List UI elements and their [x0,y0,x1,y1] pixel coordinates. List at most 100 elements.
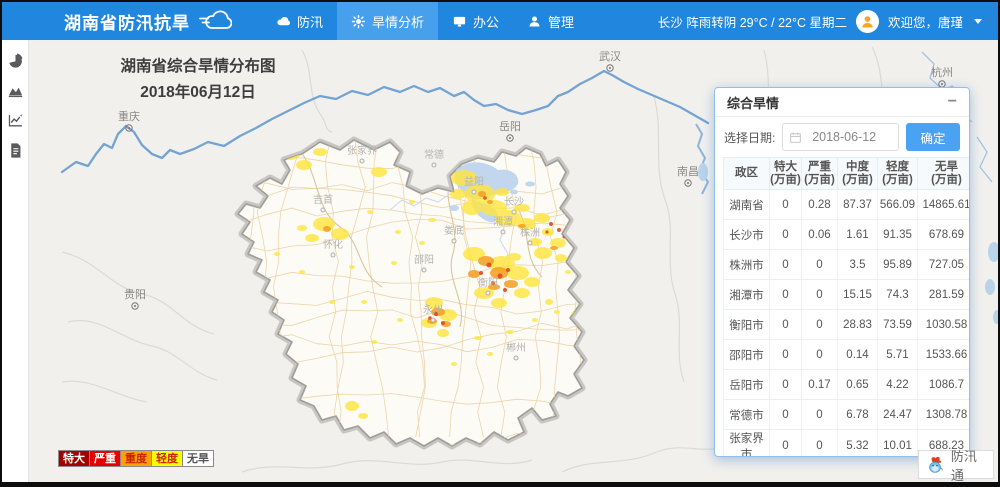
city-label: 衡阳 [478,277,498,289]
calendar-icon [789,131,802,144]
legend-item: 严重 [89,450,121,467]
nav-item-label: 办公 [473,12,499,31]
value-cell: 74.3 [878,280,918,310]
date-value: 2018-06-12 [808,130,898,144]
value-cell: 5.32 [838,430,878,458]
region-link[interactable]: 长沙市 [724,220,770,250]
table-row: 湘潭市0015.1574.3281.59 [724,280,971,310]
value-cell: 0 [802,310,838,340]
legend-item: 重度 [120,450,152,467]
avatar-person-icon [859,13,876,30]
region-link[interactable]: 岳阳市 [724,370,770,400]
nav-item-label: 防汛 [297,12,323,31]
table-row: 岳阳市00.170.654.221086.7 [724,370,971,400]
value-cell: 0 [802,430,838,458]
value-cell: 5.71 [878,340,918,370]
value-cell: 0 [802,340,838,370]
region-link[interactable]: 常德市 [724,400,770,430]
value-cell: 0 [770,190,802,220]
table-row: 邵阳市000.145.711533.66 [724,340,971,370]
nav-item-flood[interactable]: 防汛 [262,2,337,40]
value-cell: 3.5 [838,250,878,280]
city-label: 郴州 [506,341,526,354]
nav-item-drought-analysis[interactable]: 旱情分析 [337,2,438,40]
column-header: 轻度(万亩) [878,158,918,190]
city-label: 湘潭 [493,215,513,228]
fangxuntong-widget[interactable]: 防汛通 [918,450,994,479]
collapse-button[interactable]: − [948,95,957,109]
weather-text: 长沙 阵雨转阴 29°C / 22°C 星期二 [658,12,847,31]
value-cell: 91.35 [878,220,918,250]
value-cell: 24.47 [878,400,918,430]
date-row: 选择日期: 2018-06-12 确定 [715,117,969,157]
map-title-line1: 湖南省综合旱情分布图 [82,54,314,80]
city-label: 娄底 [444,224,464,237]
map-title: 湖南省综合旱情分布图 2018年06月12日 [82,54,314,106]
left-toolbar [2,40,29,482]
drought-legend: 特大严重重度轻度无旱 [59,450,214,467]
table-row: 衡阳市0028.8373.591030.58 [724,310,971,340]
value-cell: 0 [770,400,802,430]
drought-panel: 综合旱情 − 选择日期: 2018-06-12 确定 政区特大(万亩)严重(万亩… [714,87,970,457]
tool-pie-chart-icon[interactable] [7,52,24,69]
value-cell: 73.59 [878,310,918,340]
nav-item-label: 管理 [548,12,574,31]
value-cell: 0 [770,250,802,280]
panel-titlebar: 综合旱情 − [715,88,969,117]
nav-item-office[interactable]: 办公 [438,2,513,40]
date-input[interactable]: 2018-06-12 [782,123,899,151]
city-label: 株洲 [520,226,540,239]
value-cell: 1308.78 [918,400,971,430]
fangxuntong-label: 防汛通 [951,446,986,484]
value-cell: 0 [770,430,802,458]
value-cell: 1030.58 [918,310,971,340]
monitor-icon [452,14,467,29]
tool-line-chart-icon[interactable] [7,112,24,129]
tool-report-icon[interactable] [7,142,24,159]
chevron-down-icon[interactable] [974,19,982,24]
table-row: 湖南省00.2887.37566.0914865.61 [724,190,971,220]
region-link[interactable]: 张家界市 [724,430,770,458]
avatar[interactable] [856,10,879,33]
main-nav: 防汛 旱情分析 办公 管理 [262,2,588,40]
column-header: 中度(万亩) [838,158,878,190]
value-cell: 10.01 [878,430,918,458]
value-cell: 678.69 [918,220,971,250]
region-link[interactable]: 衡阳市 [724,310,770,340]
value-cell: 0 [770,370,802,400]
value-cell: 0 [770,280,802,310]
value-cell: 0 [802,280,838,310]
table-row: 长沙市00.061.6191.35678.69 [724,220,971,250]
tool-area-chart-icon[interactable] [7,82,24,99]
top-header: 湖南省防汛抗旱 防汛 旱情分析 办公 管理 长沙 阵雨转阴 29°C / 22°C 星… [2,2,998,40]
city-label: 邵阳 [414,254,434,266]
city-label: 张家界 [347,144,377,157]
welcome-text[interactable]: 欢迎您，唐瑾 [888,12,963,31]
confirm-button[interactable]: 确定 [906,123,960,151]
value-cell: 0 [770,340,802,370]
city-label: 益阳 [464,175,484,188]
region-link[interactable]: 湖南省 [724,190,770,220]
city-label: 长沙 [504,196,524,208]
column-header: 严重(万亩) [802,158,838,190]
value-cell: 6.78 [838,400,878,430]
nav-item-admin[interactable]: 管理 [513,2,588,40]
legend-item: 特大 [58,450,90,467]
header-right: 长沙 阵雨转阴 29°C / 22°C 星期二 欢迎您，唐瑾 [658,10,998,33]
drought-table-header: 政区特大(万亩)严重(万亩)中度(万亩)轻度(万亩)无旱(万亩) [724,158,971,190]
map-title-line2: 2018年06月12日 [82,80,314,106]
app-logo-text: 湖南省防汛抗旱 [64,9,190,34]
city-label: 岳阳 [499,120,521,133]
column-header: 政区 [724,158,770,190]
region-link[interactable]: 邵阳市 [724,340,770,370]
value-cell: 4.22 [878,370,918,400]
nav-item-label: 旱情分析 [372,12,424,31]
city-label: 怀化 [323,238,343,251]
city-label: 永州 [423,303,443,316]
drought-table: 政区特大(万亩)严重(万亩)中度(万亩)轻度(万亩)无旱(万亩) 湖南省00.2… [723,157,970,457]
region-link[interactable]: 株洲市 [724,250,770,280]
region-link[interactable]: 湘潭市 [724,280,770,310]
column-header: 特大(万亩) [770,158,802,190]
value-cell: 0 [770,310,802,340]
city-label: 武汉 [599,50,621,63]
